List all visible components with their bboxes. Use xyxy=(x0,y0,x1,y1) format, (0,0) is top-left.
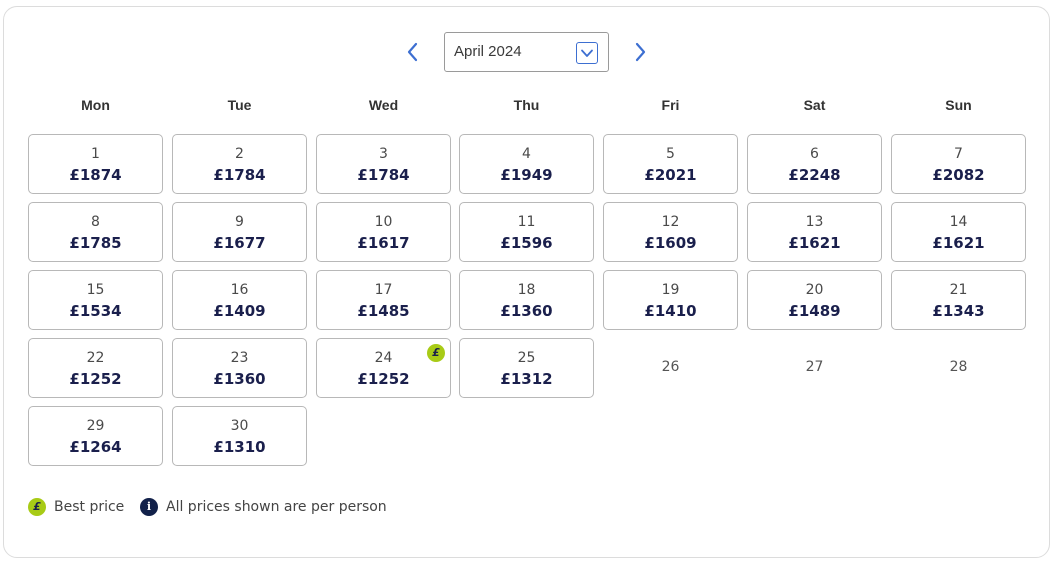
day-number: 5 xyxy=(666,146,675,162)
day-cell-7[interactable]: 7 £2082 xyxy=(891,134,1026,194)
day-number: 28 xyxy=(949,359,968,375)
day-cell-27: 27 xyxy=(747,338,882,398)
day-price: £1485 xyxy=(357,302,410,320)
day-price: £1409 xyxy=(213,302,266,320)
calendar-grid: 1 £1874 2 £1784 3 £1784 4 £1949 5 £2021 6 £2248 7 £20… xyxy=(0,0,1054,563)
day-cell-1[interactable]: 1 £1874 xyxy=(28,134,163,194)
day-number: 12 xyxy=(661,214,680,230)
day-price: £1785 xyxy=(69,234,122,252)
day-number: 10 xyxy=(374,214,393,230)
day-cell-3[interactable]: 3 £1784 xyxy=(316,134,451,194)
day-cell-8[interactable]: 8 £1785 xyxy=(28,202,163,262)
day-number: 2 xyxy=(235,146,244,162)
day-number: 20 xyxy=(805,282,824,298)
day-price: £1949 xyxy=(500,166,553,184)
day-price: £2248 xyxy=(788,166,841,184)
day-number: 27 xyxy=(805,359,824,375)
day-cell-11[interactable]: 11 £1596 xyxy=(459,202,594,262)
day-cell-15[interactable]: 15 £1534 xyxy=(28,270,163,330)
day-price: £1312 xyxy=(500,370,553,388)
day-cell-5[interactable]: 5 £2021 xyxy=(603,134,738,194)
day-cell-25[interactable]: 25 £1312 xyxy=(459,338,594,398)
day-price: £1596 xyxy=(500,234,553,252)
day-cell-30[interactable]: 30 £1310 xyxy=(172,406,307,466)
day-price: £1784 xyxy=(357,166,410,184)
day-number: 29 xyxy=(86,418,105,434)
day-price: £1609 xyxy=(644,234,697,252)
day-cell-14[interactable]: 14 £1621 xyxy=(891,202,1026,262)
day-cell-18[interactable]: 18 £1360 xyxy=(459,270,594,330)
day-cell-12[interactable]: 12 £1609 xyxy=(603,202,738,262)
day-price: £2082 xyxy=(932,166,985,184)
day-cell-13[interactable]: 13 £1621 xyxy=(747,202,882,262)
day-price: £1252 xyxy=(357,370,410,388)
day-cell-23[interactable]: 23 £1360 xyxy=(172,338,307,398)
day-price: £1784 xyxy=(213,166,266,184)
day-number: 18 xyxy=(517,282,536,298)
day-number: 21 xyxy=(949,282,968,298)
day-price: £2021 xyxy=(644,166,697,184)
day-cell-22[interactable]: 22 £1252 xyxy=(28,338,163,398)
day-cell-16[interactable]: 16 £1409 xyxy=(172,270,307,330)
day-price: £1621 xyxy=(788,234,841,252)
day-price: £1264 xyxy=(69,438,122,456)
day-price: £1410 xyxy=(644,302,697,320)
day-cell-28: 28 xyxy=(891,338,1026,398)
day-number: 26 xyxy=(661,359,680,375)
day-number: 6 xyxy=(810,146,819,162)
day-number: 30 xyxy=(230,418,249,434)
day-number: 11 xyxy=(517,214,536,230)
day-price: £1343 xyxy=(932,302,985,320)
day-cell-4[interactable]: 4 £1949 xyxy=(459,134,594,194)
day-number: 4 xyxy=(522,146,531,162)
day-cell-29[interactable]: 29 £1264 xyxy=(28,406,163,466)
day-price: £1874 xyxy=(69,166,122,184)
day-cell-9[interactable]: 9 £1677 xyxy=(172,202,307,262)
info-icon: i xyxy=(140,498,158,516)
day-cell-21[interactable]: 21 £1343 xyxy=(891,270,1026,330)
best-price-icon: £ xyxy=(28,498,46,516)
day-price: £1360 xyxy=(500,302,553,320)
day-price: £1677 xyxy=(213,234,266,252)
day-cell-2[interactable]: 2 £1784 xyxy=(172,134,307,194)
day-cell-19[interactable]: 19 £1410 xyxy=(603,270,738,330)
day-number: 17 xyxy=(374,282,393,298)
day-number: 9 xyxy=(235,214,244,230)
day-price: £1252 xyxy=(69,370,122,388)
day-number: 23 xyxy=(230,350,249,366)
day-price: £1489 xyxy=(788,302,841,320)
day-number: 16 xyxy=(230,282,249,298)
day-cell-20[interactable]: 20 £1489 xyxy=(747,270,882,330)
day-number: 8 xyxy=(91,214,100,230)
day-price: £1360 xyxy=(213,370,266,388)
day-price: £1621 xyxy=(932,234,985,252)
best-price-badge-icon: £ xyxy=(427,344,445,362)
day-cell-10[interactable]: 10 £1617 xyxy=(316,202,451,262)
legend-per-person-label: All prices shown are per person xyxy=(166,499,387,515)
day-number: 14 xyxy=(949,214,968,230)
day-number: 25 xyxy=(517,350,536,366)
day-cell-6[interactable]: 6 £2248 xyxy=(747,134,882,194)
legend-best-price-label: Best price xyxy=(54,499,125,515)
day-number: 22 xyxy=(86,350,105,366)
day-number: 1 xyxy=(91,146,100,162)
day-price: £1310 xyxy=(213,438,266,456)
day-price: £1534 xyxy=(69,302,122,320)
day-cell-17[interactable]: 17 £1485 xyxy=(316,270,451,330)
day-number: 15 xyxy=(86,282,105,298)
day-price: £1617 xyxy=(357,234,410,252)
day-cell-24[interactable]: 24 £1252 £ xyxy=(316,338,451,398)
day-number: 13 xyxy=(805,214,824,230)
day-cell-26: 26 xyxy=(603,338,738,398)
day-number: 3 xyxy=(379,146,388,162)
day-number: 19 xyxy=(661,282,680,298)
day-number: 7 xyxy=(954,146,963,162)
